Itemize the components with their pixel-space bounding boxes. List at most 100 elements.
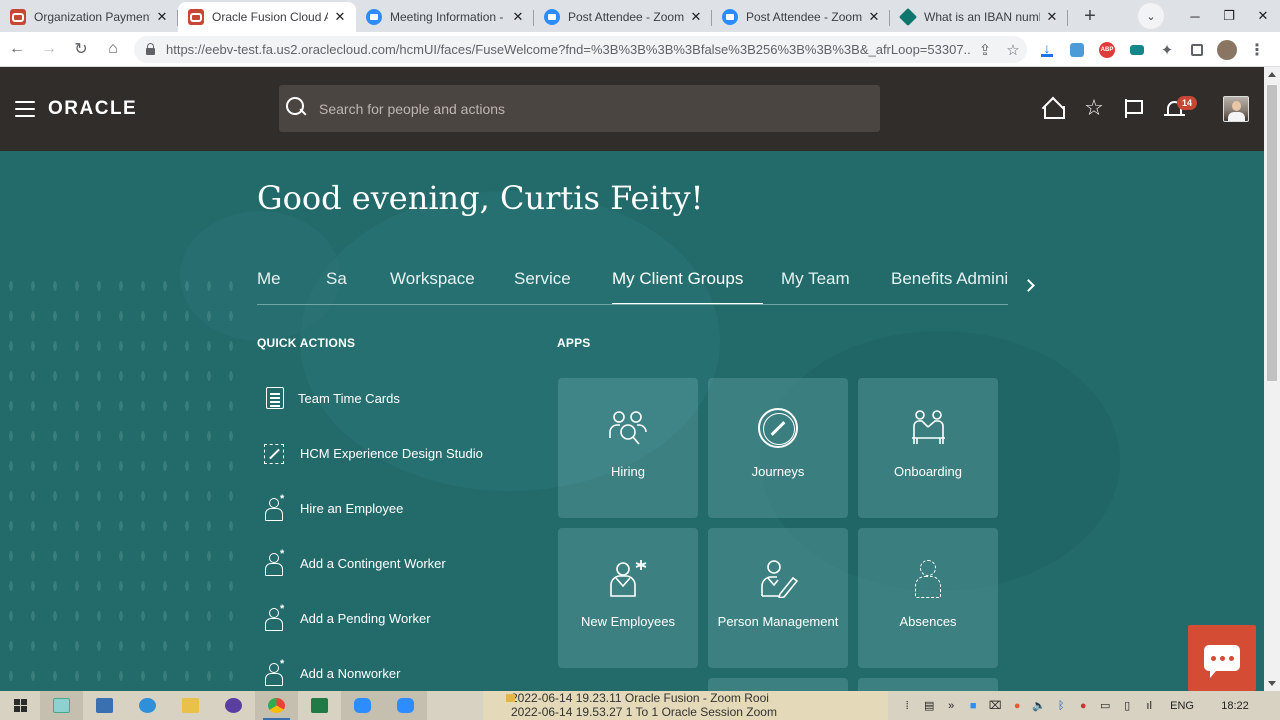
tray-antivirus-icon[interactable]: ● [1072, 700, 1094, 712]
media-icon[interactable] [1122, 36, 1152, 63]
quick-action-hire-employee[interactable]: * Hire an Employee [264, 493, 544, 552]
start-button[interactable] [0, 691, 40, 720]
close-tab-icon[interactable]: ✕ [332, 9, 348, 25]
page-scrollbar[interactable] [1264, 67, 1280, 691]
nav-tab-sa[interactable]: Sa [326, 269, 347, 304]
close-tab-icon[interactable]: ✕ [510, 9, 526, 25]
taskbar-app-zoom[interactable] [341, 691, 384, 720]
tab-search-button[interactable]: ⌄ [1138, 3, 1164, 29]
app-tile-label[interactable]: New Employees [558, 614, 698, 630]
scrollbar-thumb[interactable] [1267, 85, 1277, 381]
close-tab-icon[interactable]: ✕ [688, 9, 704, 25]
tray-grip-icon[interactable]: ⁞ [896, 700, 918, 712]
tray-network-icon[interactable]: ⌧ [984, 699, 1006, 712]
quick-action-team-time-cards[interactable]: Team Time Cards [264, 387, 544, 442]
app-tile-person-management[interactable]: Person Management [708, 528, 848, 668]
navigator-menu-icon[interactable] [15, 101, 35, 117]
lock-icon[interactable] [146, 42, 155, 55]
scroll-up-icon[interactable] [1268, 72, 1276, 77]
quick-action-label[interactable]: Add a Pending Worker [300, 607, 431, 631]
restore-button[interactable]: ❐ [1212, 8, 1246, 24]
taskbar-app-notepad[interactable] [40, 691, 83, 720]
app-tile-label[interactable]: Absences [858, 614, 998, 630]
quick-action-label[interactable]: Add a Nonworker [300, 662, 400, 686]
browser-tab[interactable]: Meeting Information - Z ✕ [356, 2, 534, 32]
back-button[interactable]: ← [2, 34, 32, 64]
share-icon[interactable]: ⇪ [971, 41, 999, 59]
nav-tab-workspace[interactable]: Workspace [390, 269, 475, 304]
close-window-button[interactable]: ✕ [1246, 8, 1280, 24]
global-search-box[interactable] [279, 85, 880, 132]
tray-chrome-icon[interactable]: ● [1006, 700, 1028, 712]
minimize-button[interactable]: ─ [1178, 9, 1212, 24]
download-icon[interactable]: ↓ [1032, 36, 1062, 63]
quick-action-add-nonworker[interactable]: * Add a Nonworker [264, 658, 544, 691]
taskbar-app-remote-desktop[interactable] [83, 691, 126, 720]
quick-action-add-contingent-worker[interactable]: * Add a Contingent Worker [264, 548, 544, 607]
sidebar-icon[interactable] [1182, 36, 1212, 63]
forward-button[interactable]: → [34, 34, 64, 64]
app-tile-partial[interactable] [708, 678, 848, 691]
app-tile-hiring[interactable]: Hiring [558, 378, 698, 518]
address-bar[interactable]: https://eebv-test.fa.us2.oraclecloud.com… [134, 36, 1027, 63]
language-indicator[interactable]: ENG [1170, 700, 1194, 712]
taskbar-app-edge[interactable] [126, 691, 169, 720]
browser-tab[interactable]: Post Attendee - Zoom ✕ [534, 2, 712, 32]
close-tab-icon[interactable]: ✕ [154, 9, 170, 25]
tray-display-icon[interactable]: ▭ [1094, 699, 1116, 712]
app-tile-onboarding[interactable]: Onboarding [858, 378, 998, 518]
browser-tab[interactable]: Organization Payment M ✕ [0, 2, 178, 32]
chat-assistant-button[interactable] [1188, 625, 1256, 691]
app-tile-journeys[interactable]: Journeys [708, 378, 848, 518]
user-avatar[interactable] [1223, 96, 1249, 122]
taskbar-app-zoom[interactable] [384, 691, 427, 720]
watchlist-flag-icon[interactable] [1123, 97, 1147, 121]
favorites-star-icon[interactable]: ☆ [1082, 97, 1106, 121]
browser-tab-active[interactable]: Oracle Fusion Cloud Ap ✕ [178, 2, 356, 32]
scroll-down-icon[interactable] [1268, 681, 1276, 686]
home-icon[interactable] [1042, 97, 1066, 121]
taskbar-app-explorer[interactable] [169, 691, 212, 720]
search-icon[interactable] [286, 97, 306, 117]
tray-zoom-icon[interactable]: ■ [962, 700, 984, 712]
taskbar-app-excel[interactable] [298, 691, 341, 720]
nav-tab-service[interactable]: Service [514, 269, 571, 304]
reload-button[interactable]: ↻ [66, 34, 96, 64]
taskbar-zoom-recordings[interactable]: 2022-06-14 19.23.11 Oracle Fusion - Zoom… [483, 691, 888, 720]
home-button[interactable]: ⌂ [98, 34, 128, 64]
close-tab-icon[interactable]: ✕ [866, 9, 882, 25]
quick-action-design-studio[interactable]: HCM Experience Design Studio [264, 442, 544, 497]
app-tile-label[interactable]: Onboarding [858, 464, 998, 480]
profile-avatar-icon[interactable] [1212, 36, 1242, 63]
clock[interactable]: 18:22 [1212, 700, 1258, 712]
app-tile-partial[interactable] [858, 678, 998, 691]
taskbar-app-settings[interactable] [212, 691, 255, 720]
app-tile-label[interactable]: Journeys [708, 464, 848, 480]
tray-notes-icon[interactable]: ▤ [918, 699, 940, 712]
nav-tab-benefits-administration[interactable]: Benefits Adminis [891, 269, 1008, 304]
nav-tab-me[interactable]: Me [257, 269, 281, 304]
quick-action-label[interactable]: Hire an Employee [300, 497, 403, 521]
notification-count-badge[interactable]: 14 [1177, 96, 1197, 110]
volume-icon[interactable]: 🔈 [1028, 699, 1050, 712]
nav-tab-my-client-groups[interactable]: My Client Groups [612, 269, 763, 304]
tray-chevron-icon[interactable]: » [940, 700, 962, 712]
app-tile-absences[interactable]: Absences [858, 528, 998, 668]
browser-tab[interactable]: Post Attendee - Zoom ✕ [712, 2, 890, 32]
bookmark-star-icon[interactable]: ☆ [999, 41, 1027, 59]
menu-dots-icon[interactable]: ⋮ [1242, 36, 1272, 63]
quick-action-label[interactable]: Team Time Cards [298, 387, 400, 411]
oracle-logo[interactable]: ORACLE [48, 98, 137, 120]
wifi-signal-icon[interactable]: ıl [1138, 700, 1160, 712]
adblock-icon[interactable]: ABP [1092, 36, 1122, 63]
browser-tab[interactable]: What is an IBAN numbe ✕ [890, 2, 1068, 32]
chevron-right-icon[interactable] [1022, 275, 1038, 297]
url-text[interactable]: https://eebv-test.fa.us2.oraclecloud.com… [166, 42, 971, 57]
app-tile-new-employees[interactable]: New Employees [558, 528, 698, 668]
quick-action-label[interactable]: Add a Contingent Worker [300, 552, 446, 576]
bluetooth-icon[interactable]: ᛒ [1050, 700, 1072, 712]
translate-icon[interactable] [1062, 36, 1092, 63]
battery-icon[interactable]: ▯ [1116, 699, 1138, 712]
close-tab-icon[interactable]: ✕ [1044, 9, 1060, 25]
quick-action-add-pending-worker[interactable]: * Add a Pending Worker [264, 603, 544, 662]
